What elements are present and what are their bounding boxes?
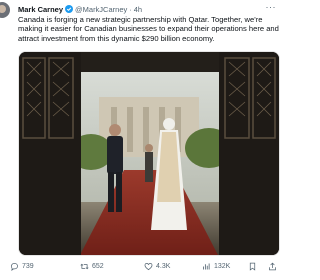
more-icon[interactable]: ··· xyxy=(266,3,277,12)
views-button[interactable]: 132K xyxy=(202,262,230,271)
reply-count: 739 xyxy=(22,263,34,270)
tweet-text: Canada is forging a new strategic partne… xyxy=(18,15,279,43)
separator: · xyxy=(129,4,132,14)
avatar[interactable] xyxy=(0,2,10,18)
like-button[interactable]: 4.3K xyxy=(144,262,170,271)
retweet-icon xyxy=(80,263,89,270)
post-time[interactable]: 4h xyxy=(134,5,142,14)
reply-button[interactable]: 739 xyxy=(10,262,34,271)
repost-count: 652 xyxy=(92,263,104,270)
tweet[interactable]: Mark Carney @MarkJCarney · 4h ··· Canada… xyxy=(0,0,280,280)
views-icon xyxy=(203,263,210,270)
author-handle[interactable]: @MarkJCarney xyxy=(75,5,127,14)
reply-icon xyxy=(11,262,18,271)
like-icon xyxy=(144,263,153,271)
action-bar: 739 652 4.3K 132K xyxy=(10,262,280,274)
bookmark-icon xyxy=(249,262,256,271)
like-count: 4.3K xyxy=(156,263,171,270)
views-count: 132K xyxy=(214,263,231,270)
tweet-header: Mark Carney @MarkJCarney · 4h xyxy=(18,3,262,15)
tweet-image[interactable] xyxy=(18,51,280,256)
bookmark-button[interactable] xyxy=(248,262,260,271)
verified-badge-icon xyxy=(65,5,74,13)
repost-button[interactable]: 652 xyxy=(80,262,104,271)
author-name[interactable]: Mark Carney xyxy=(18,5,63,14)
share-button[interactable] xyxy=(268,262,280,271)
share-icon xyxy=(269,262,276,271)
